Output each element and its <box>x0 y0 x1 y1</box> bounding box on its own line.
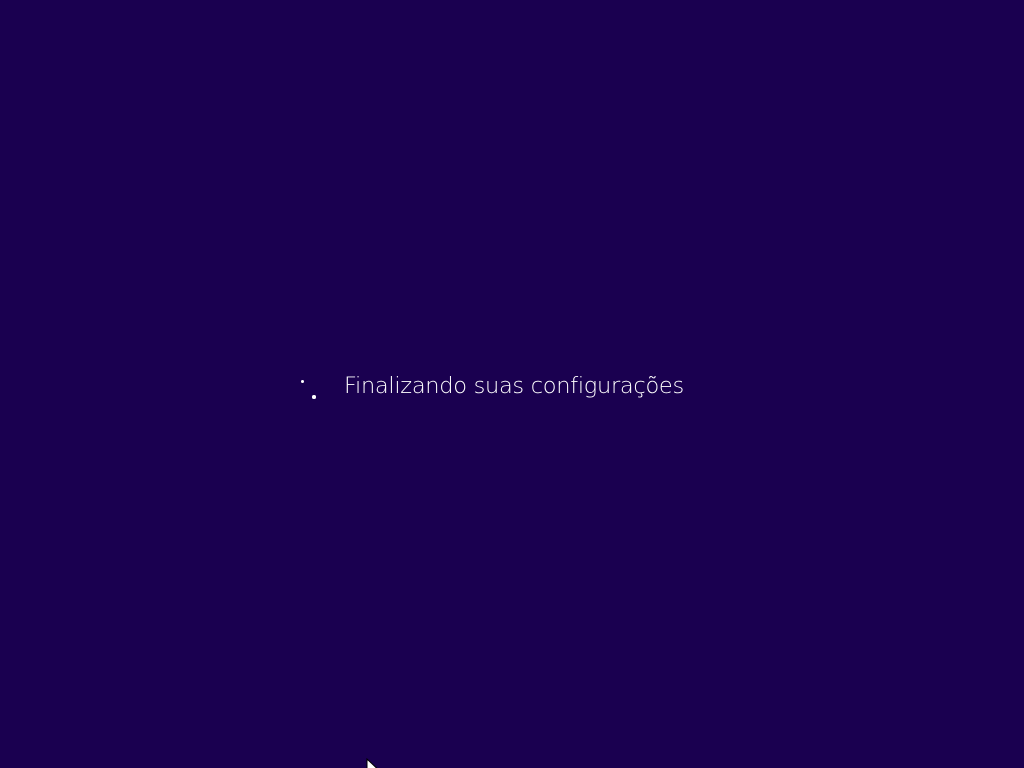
mouse-pointer-icon <box>366 758 378 768</box>
spinner-dot <box>301 380 304 383</box>
setup-screen: Finalizando suas configurações <box>0 0 1024 768</box>
loading-dots-icon <box>296 374 320 400</box>
status-message: Finalizando suas configurações <box>344 373 684 399</box>
spinner-dot <box>312 395 316 399</box>
